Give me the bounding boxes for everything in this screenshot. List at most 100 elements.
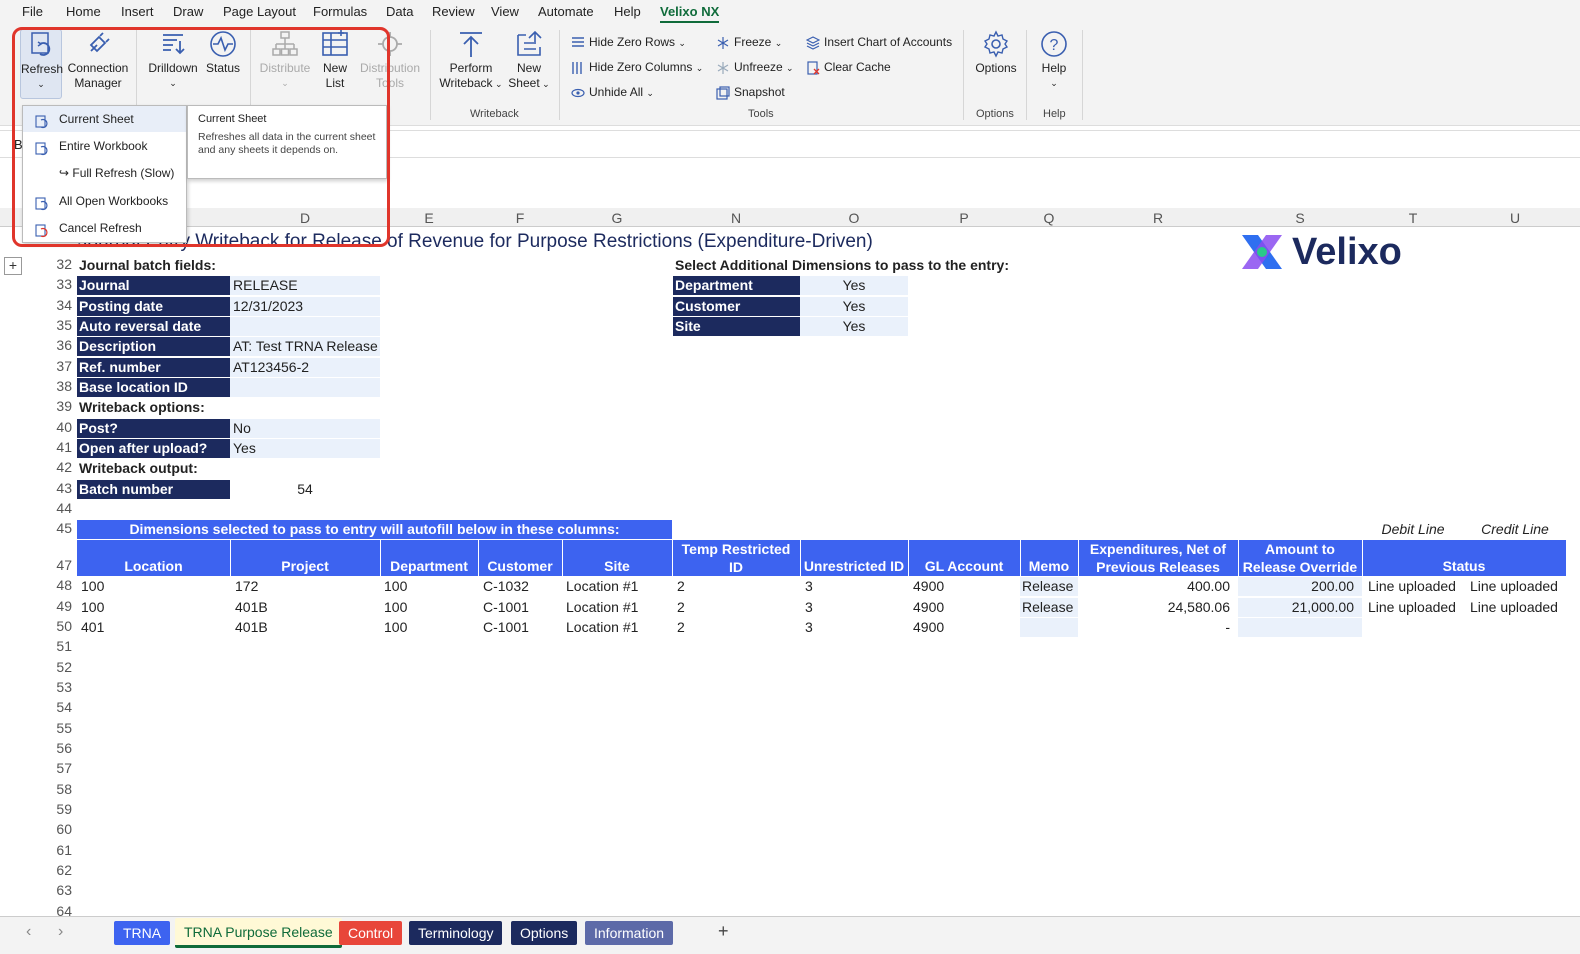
table-cell-gl[interactable]: 4900 [911, 577, 1016, 596]
field-value[interactable]: 12/31/2023 [230, 297, 380, 316]
clear-cache-button[interactable]: Clear Cache [806, 60, 891, 75]
refresh-button[interactable]: Refresh ⌄ [20, 29, 63, 99]
table-cell-expenditures[interactable]: 400.00 [1078, 577, 1234, 596]
table-cell-amount[interactable]: 200.00 [1238, 577, 1358, 596]
new-sheet-button[interactable]: New Sheet ⌄ [507, 29, 551, 92]
row-number[interactable]: 58 [44, 781, 72, 797]
table-cell-department[interactable]: 100 [382, 618, 477, 637]
table-cell-unrestricted[interactable]: 3 [803, 598, 903, 617]
sheet-tab[interactable]: TRNA Purpose Release [175, 918, 342, 948]
expand-group-button[interactable]: + [4, 257, 22, 275]
table-cell-memo[interactable] [1020, 618, 1078, 637]
column-header-r[interactable]: R [1078, 210, 1238, 226]
table-cell-location[interactable]: 100 [79, 577, 229, 596]
perform-writeback-button[interactable]: Perform Writeback ⌄ [438, 29, 504, 92]
row-number[interactable]: 48 [44, 577, 72, 593]
menu-view[interactable]: View [491, 4, 519, 19]
table-cell-site[interactable]: Location #1 [564, 577, 670, 596]
row-number[interactable]: 40 [44, 419, 72, 435]
column-header-n[interactable]: N [672, 210, 800, 226]
row-number[interactable]: 60 [44, 821, 72, 837]
freeze-button[interactable]: Freeze ⌄ [716, 35, 782, 50]
help-button[interactable]: ? Help ⌄ [1034, 29, 1074, 91]
dimension-value[interactable]: Yes [800, 276, 908, 295]
table-cell-amount[interactable]: 21,000.00 [1238, 598, 1358, 617]
dropdown-item[interactable]: Entire Workbook [23, 133, 186, 159]
row-number[interactable]: 51 [44, 638, 72, 654]
dropdown-item[interactable]: Current Sheet [23, 106, 186, 132]
table-cell-department[interactable]: 100 [382, 577, 477, 596]
menu-review[interactable]: Review [432, 4, 475, 19]
row-number[interactable]: 50 [44, 618, 72, 634]
table-cell-temp[interactable]: 2 [675, 577, 795, 596]
column-header-s[interactable]: S [1238, 210, 1362, 226]
menu-data[interactable]: Data [386, 4, 413, 19]
hide-zero-rows-button[interactable]: Hide Zero Rows ⌄ [571, 35, 686, 50]
column-header-g[interactable]: G [562, 210, 672, 226]
unfreeze-button[interactable]: Unfreeze ⌄ [716, 60, 794, 75]
new-list-button[interactable]: New List [316, 29, 354, 91]
row-number[interactable]: 47 [44, 557, 72, 573]
sheet-tab[interactable]: Information [585, 921, 674, 945]
table-cell-customer[interactable]: C-1001 [481, 598, 561, 617]
row-number[interactable]: 41 [44, 439, 72, 455]
connection-manager-button[interactable]: Connection Manager [66, 29, 130, 91]
menu-home[interactable]: Home [66, 4, 101, 19]
row-number[interactable]: 33 [44, 276, 72, 292]
row-number[interactable]: 52 [44, 659, 72, 675]
table-cell-project[interactable]: 401B [233, 618, 378, 637]
menu-insert[interactable]: Insert [121, 4, 154, 19]
column-header-o[interactable]: O [800, 210, 908, 226]
options-button[interactable]: Options [972, 29, 1020, 76]
table-cell-debit[interactable]: Line uploaded [1366, 577, 1464, 596]
insert-chart-of-accounts-button[interactable]: Insert Chart of Accounts [805, 35, 952, 50]
row-number[interactable]: 54 [44, 699, 72, 715]
row-number[interactable]: 37 [44, 358, 72, 374]
row-number[interactable]: 45 [44, 520, 72, 536]
column-header-d[interactable]: D [230, 210, 380, 226]
field-value[interactable]: AT123456-2 [230, 358, 380, 377]
row-number[interactable]: 56 [44, 740, 72, 756]
table-cell-expenditures[interactable]: - [1078, 618, 1234, 637]
field-value[interactable]: RELEASE [230, 276, 380, 295]
row-number[interactable]: 44 [44, 500, 72, 516]
table-cell-credit[interactable]: Line uploaded [1468, 598, 1566, 617]
snapshot-button[interactable]: Snapshot [716, 85, 785, 100]
option-value[interactable]: No [230, 419, 380, 438]
row-number[interactable]: 34 [44, 297, 72, 313]
table-cell-credit[interactable]: Line uploaded [1468, 577, 1566, 596]
row-number[interactable]: 62 [44, 862, 72, 878]
row-number[interactable]: 61 [44, 842, 72, 858]
column-header-e[interactable]: E [380, 210, 478, 226]
table-cell-temp[interactable]: 2 [675, 598, 795, 617]
scroll-left-icon[interactable]: ‹ [26, 923, 31, 941]
table-cell-debit[interactable]: Line uploaded [1366, 598, 1464, 617]
table-cell-unrestricted[interactable]: 3 [803, 618, 903, 637]
table-cell-memo[interactable]: Release [1020, 598, 1078, 617]
table-cell-project[interactable]: 401B [233, 598, 378, 617]
menu-help[interactable]: Help [614, 4, 641, 19]
menu-velixo-nx[interactable]: Velixo NX [660, 4, 720, 23]
row-number[interactable]: 53 [44, 679, 72, 695]
column-header-t[interactable]: T [1362, 210, 1464, 226]
row-number[interactable]: 32 [44, 256, 72, 272]
status-button[interactable]: Status [203, 29, 243, 76]
table-cell-location[interactable]: 401 [79, 618, 229, 637]
field-value[interactable] [230, 378, 380, 397]
table-cell-site[interactable]: Location #1 [564, 618, 670, 637]
row-number[interactable]: 63 [44, 882, 72, 898]
dimension-value[interactable]: Yes [800, 297, 908, 316]
table-cell-location[interactable]: 100 [79, 598, 229, 617]
hide-zero-columns-button[interactable]: Hide Zero Columns ⌄ [571, 60, 703, 75]
column-header-p[interactable]: P [908, 210, 1020, 226]
row-number[interactable]: 39 [44, 398, 72, 414]
dropdown-item[interactable]: Cancel Refresh [23, 215, 186, 241]
table-cell-gl[interactable]: 4900 [911, 598, 1016, 617]
column-header-f[interactable]: F [478, 210, 562, 226]
field-value[interactable] [230, 317, 380, 336]
table-cell-customer[interactable]: C-1001 [481, 618, 561, 637]
table-cell-department[interactable]: 100 [382, 598, 477, 617]
menu-page-layout[interactable]: Page Layout [223, 4, 296, 19]
batch-number-value[interactable]: 54 [230, 480, 380, 499]
dropdown-item[interactable]: All Open Workbooks [23, 188, 186, 214]
